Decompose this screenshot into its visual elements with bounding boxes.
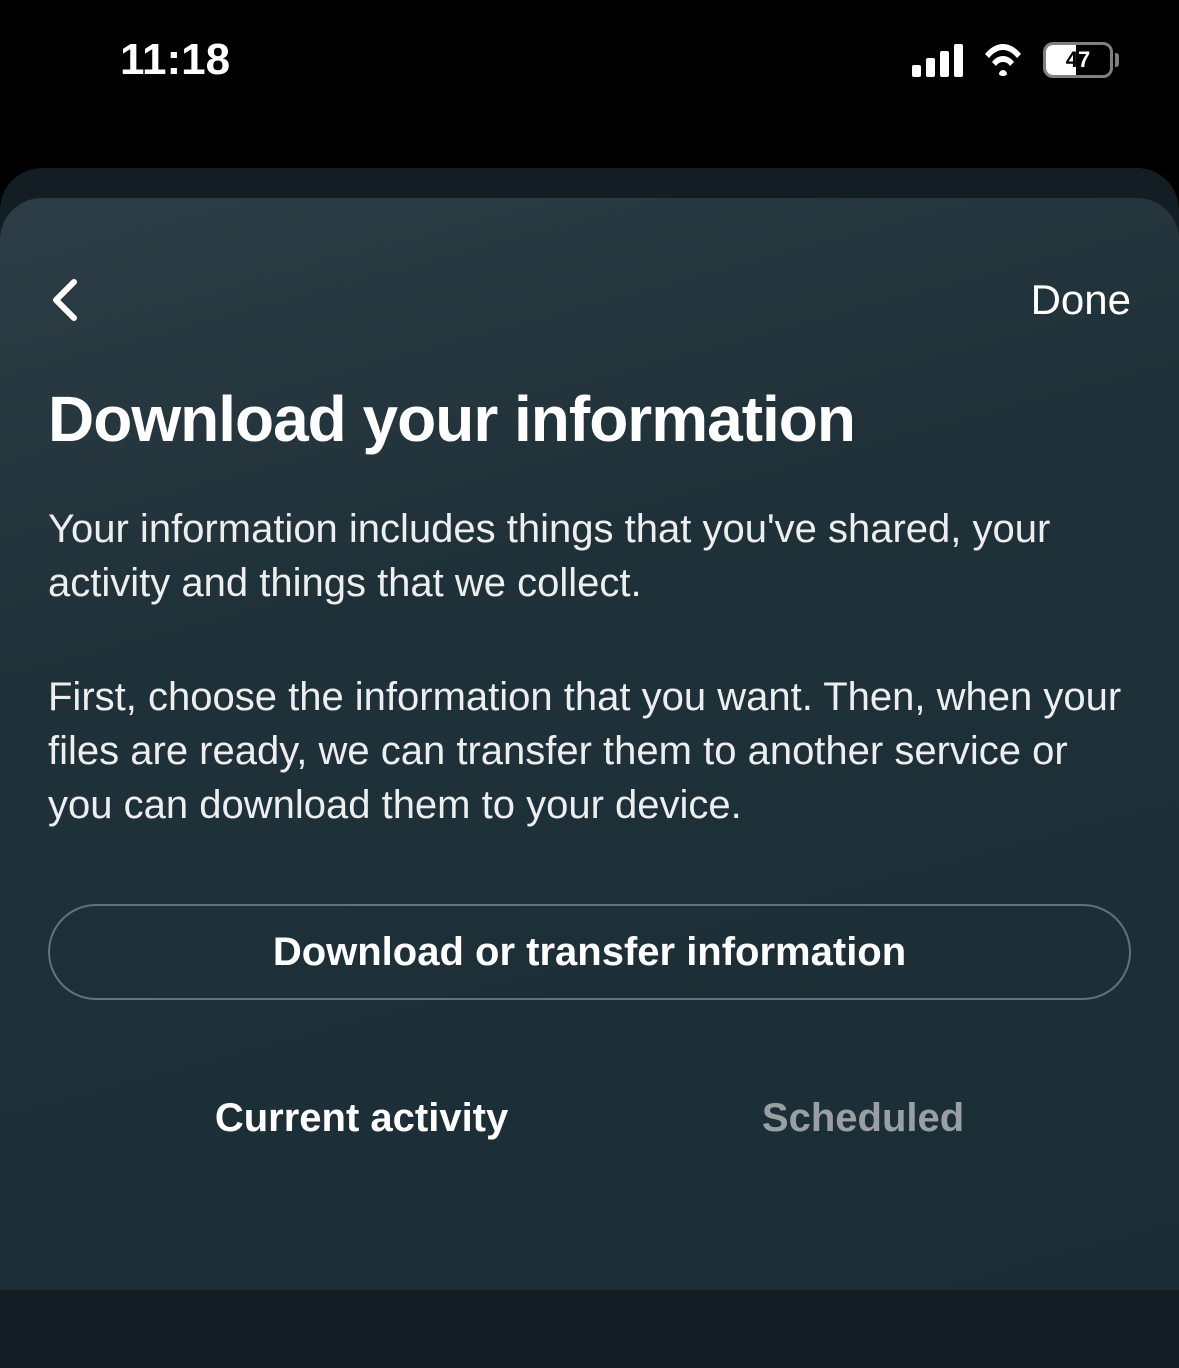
cellular-signal-icon	[912, 44, 963, 77]
tab-current-activity[interactable]: Current activity	[191, 1080, 532, 1157]
wifi-icon	[981, 44, 1025, 76]
tab-scheduled[interactable]: Scheduled	[738, 1080, 988, 1157]
tab-bar: Current activity Scheduled	[48, 1080, 1131, 1157]
nav-bar: Done	[48, 246, 1131, 324]
status-bar: 11:18 47	[0, 0, 1179, 160]
status-time: 11:18	[120, 35, 230, 85]
battery-icon: 47	[1043, 42, 1119, 78]
status-indicators: 47	[912, 42, 1119, 78]
done-button[interactable]: Done	[1031, 276, 1131, 324]
page-title: Download your information	[48, 384, 1131, 454]
download-transfer-button[interactable]: Download or transfer information	[48, 904, 1131, 1000]
description-paragraph-1: Your information includes things that yo…	[48, 502, 1131, 610]
back-button[interactable]	[48, 276, 84, 324]
modal-sheet: Done Download your information Your info…	[0, 198, 1179, 1290]
battery-level: 47	[1046, 45, 1110, 75]
description-paragraph-2: First, choose the information that you w…	[48, 670, 1131, 832]
